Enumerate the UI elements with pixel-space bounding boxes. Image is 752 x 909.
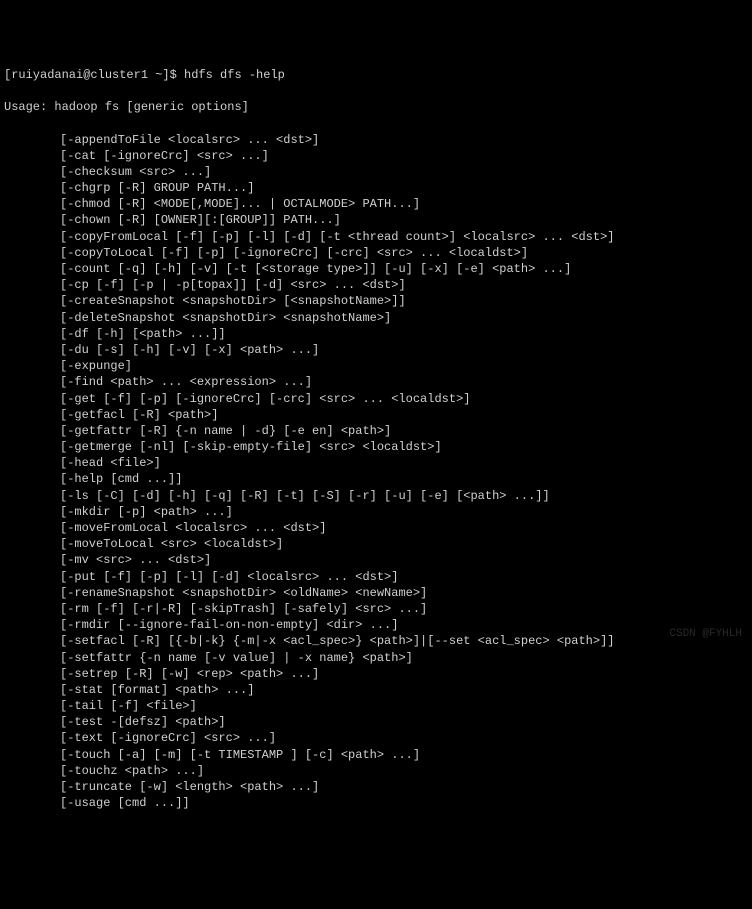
command-line: [-getmerge [-nl] [-skip-empty-file] <src…: [4, 439, 748, 455]
command-line: [-text [-ignoreCrc] <src> ...]: [4, 730, 748, 746]
command-line: [-chown [-R] [OWNER][:[GROUP]] PATH...]: [4, 212, 748, 228]
command-line: [-copyToLocal [-f] [-p] [-ignoreCrc] [-c…: [4, 245, 748, 261]
command-line: [-ls [-C] [-d] [-h] [-q] [-R] [-t] [-S] …: [4, 488, 748, 504]
command-line: [-moveToLocal <src> <localdst>]: [4, 536, 748, 552]
command-line: [-setfacl [-R] [{-b|-k} {-m|-x <acl_spec…: [4, 633, 748, 649]
command-line: [-cat [-ignoreCrc] <src> ...]: [4, 148, 748, 164]
command-line: [-renameSnapshot <snapshotDir> <oldName>…: [4, 585, 748, 601]
command-line: [-put [-f] [-p] [-l] [-d] <localsrc> ...…: [4, 569, 748, 585]
command-line: [-get [-f] [-p] [-ignoreCrc] [-crc] <src…: [4, 391, 748, 407]
command-line: [-rmdir [--ignore-fail-on-non-empty] <di…: [4, 617, 748, 633]
command-line: [-createSnapshot <snapshotDir> [<snapsho…: [4, 293, 748, 309]
command-line: [-stat [format] <path> ...]: [4, 682, 748, 698]
command-line: [-moveFromLocal <localsrc> ... <dst>]: [4, 520, 748, 536]
command-line: [-rm [-f] [-r|-R] [-skipTrash] [-safely]…: [4, 601, 748, 617]
command-line: [-setfattr {-n name [-v value] | -x name…: [4, 650, 748, 666]
command-line: [-tail [-f] <file>]: [4, 698, 748, 714]
command-line: [-find <path> ... <expression> ...]: [4, 374, 748, 390]
command-line: [-copyFromLocal [-f] [-p] [-l] [-d] [-t …: [4, 229, 748, 245]
command-line: [-usage [cmd ...]]: [4, 795, 748, 811]
command-line: [-head <file>]: [4, 455, 748, 471]
command-line: [-touch [-a] [-m] [-t TIMESTAMP ] [-c] <…: [4, 747, 748, 763]
command-line: [-truncate [-w] <length> <path> ...]: [4, 779, 748, 795]
command-line: [-cp [-f] [-p | -p[topax]] [-d] <src> ..…: [4, 277, 748, 293]
command-line: [-help [cmd ...]]: [4, 471, 748, 487]
terminal-prompt-line: [ruiyadanai@cluster1 ~]$ hdfs dfs -help: [4, 67, 748, 83]
command-line: [-checksum <src> ...]: [4, 164, 748, 180]
command-line: [-deleteSnapshot <snapshotDir> <snapshot…: [4, 310, 748, 326]
command-line: [-mkdir [-p] <path> ...]: [4, 504, 748, 520]
command-line: [-chmod [-R] <MODE[,MODE]... | OCTALMODE…: [4, 196, 748, 212]
usage-header: Usage: hadoop fs [generic options]: [4, 99, 748, 115]
command-line: [-du [-s] [-h] [-v] [-x] <path> ...]: [4, 342, 748, 358]
command-line: [-expunge]: [4, 358, 748, 374]
command-line: [-count [-q] [-h] [-v] [-t [<storage typ…: [4, 261, 748, 277]
command-line: [-test -[defsz] <path>]: [4, 714, 748, 730]
command-line: [-mv <src> ... <dst>]: [4, 552, 748, 568]
command-line: [-appendToFile <localsrc> ... <dst>]: [4, 132, 748, 148]
command-line: [-getfattr [-R] {-n name | -d} [-e en] <…: [4, 423, 748, 439]
commands-list: [-appendToFile <localsrc> ... <dst>][-ca…: [4, 132, 748, 812]
watermark-text: CSDN @FYHLH: [669, 627, 742, 642]
command-line: [-touchz <path> ...]: [4, 763, 748, 779]
command-line: [-setrep [-R] [-w] <rep> <path> ...]: [4, 666, 748, 682]
command-line: [-df [-h] [<path> ...]]: [4, 326, 748, 342]
command-line: [-getfacl [-R] <path>]: [4, 407, 748, 423]
command-line: [-chgrp [-R] GROUP PATH...]: [4, 180, 748, 196]
